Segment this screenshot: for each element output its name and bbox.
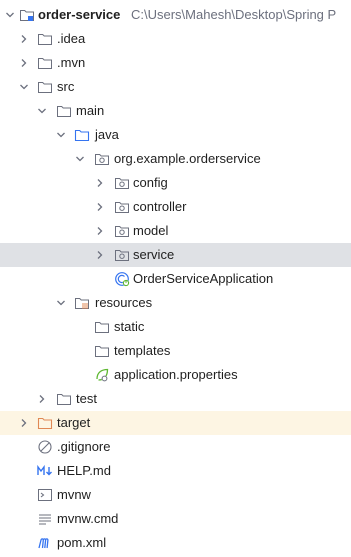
spring-boot-class-icon	[114, 271, 130, 287]
tree-label-model: model	[133, 223, 169, 238]
tree-row-templates[interactable]: templates	[0, 339, 351, 363]
tree-label-config: config	[133, 175, 168, 190]
tree-label-app-class: OrderServiceApplication	[133, 271, 274, 286]
folder-icon	[37, 55, 53, 71]
tree-row-java[interactable]: java	[0, 123, 351, 147]
tree-row-mvnw[interactable]: mvnw	[0, 483, 351, 507]
package-icon	[94, 151, 110, 167]
tree-label-target: target	[57, 415, 91, 430]
tree-row-app-class[interactable]: OrderServiceApplication	[0, 267, 351, 291]
project-name: order-service	[38, 7, 121, 22]
folder-icon	[56, 103, 72, 119]
chevron-down-icon[interactable]	[5, 10, 15, 20]
tree-label-java: java	[95, 127, 119, 142]
tree-label-src: src	[57, 79, 75, 94]
resources-folder-icon	[74, 295, 90, 311]
source-folder-icon	[74, 127, 90, 143]
folder-icon	[56, 391, 72, 407]
tree-label-templates: templates	[114, 343, 171, 358]
tree-label-package: org.example.orderservice	[114, 151, 261, 166]
tree-row-mvnw-cmd[interactable]: mvnw.cmd	[0, 507, 351, 531]
tree-row-gitignore[interactable]: .gitignore	[0, 435, 351, 459]
chevron-right-icon[interactable]	[95, 226, 105, 236]
folder-icon	[37, 31, 53, 47]
ignore-file-icon	[37, 439, 53, 455]
chevron-right-icon[interactable]	[95, 250, 105, 260]
folder-icon	[94, 319, 110, 335]
chevron-right-icon[interactable]	[19, 58, 29, 68]
properties-file-icon	[94, 367, 110, 383]
tree-label-controller: controller	[133, 199, 187, 214]
tree-label-mvn: .mvn	[57, 55, 86, 70]
tree-row-resources[interactable]: resources	[0, 291, 351, 315]
tree-row-idea[interactable]: .idea	[0, 27, 351, 51]
project-tree: order-service C:\Users\Mahesh\Desktop\Sp…	[0, 3, 351, 555]
package-icon	[114, 223, 130, 239]
tree-row-static[interactable]: static	[0, 315, 351, 339]
tree-label-app-properties: application.properties	[114, 367, 238, 382]
chevron-right-icon[interactable]	[19, 34, 29, 44]
chevron-down-icon[interactable]	[56, 298, 66, 308]
markdown-file-icon	[37, 463, 53, 479]
tree-label-pom: pom.xml	[57, 535, 107, 550]
tree-row-src[interactable]: src	[0, 75, 351, 99]
chevron-down-icon[interactable]	[37, 106, 47, 116]
chevron-right-icon[interactable]	[37, 394, 47, 404]
tree-row-config[interactable]: config	[0, 171, 351, 195]
package-icon	[114, 199, 130, 215]
tree-label-resources: resources	[95, 295, 153, 310]
tree-row-test[interactable]: test	[0, 387, 351, 411]
tree-row-mvn[interactable]: .mvn	[0, 51, 351, 75]
chevron-right-icon[interactable]	[95, 202, 105, 212]
tree-row-target[interactable]: target	[0, 411, 351, 435]
excluded-folder-icon	[37, 415, 53, 431]
project-path: C:\Users\Mahesh\Desktop\Spring P	[131, 7, 337, 22]
package-icon	[114, 247, 130, 263]
chevron-down-icon[interactable]	[56, 130, 66, 140]
tree-row-model[interactable]: model	[0, 219, 351, 243]
chevron-right-icon[interactable]	[19, 418, 29, 428]
tree-row-project-root[interactable]: order-service C:\Users\Mahesh\Desktop\Sp…	[0, 3, 351, 27]
tree-label-idea: .idea	[57, 31, 86, 46]
tree-label-mvnw: mvnw	[57, 487, 91, 502]
package-icon	[114, 175, 130, 191]
tree-row-service[interactable]: service	[0, 243, 351, 267]
chevron-down-icon[interactable]	[75, 154, 85, 164]
tree-row-app-properties[interactable]: application.properties	[0, 363, 351, 387]
tree-row-main[interactable]: main	[0, 99, 351, 123]
tree-row-package[interactable]: org.example.orderservice	[0, 147, 351, 171]
tree-row-controller[interactable]: controller	[0, 195, 351, 219]
tree-row-pom[interactable]: pom.xml	[0, 531, 351, 555]
shell-script-icon	[37, 487, 53, 503]
maven-file-icon	[37, 535, 53, 551]
tree-label-main: main	[76, 103, 105, 118]
folder-icon	[37, 79, 53, 95]
tree-label-service: service	[133, 247, 175, 262]
tree-label-mvnw-cmd: mvnw.cmd	[57, 511, 119, 526]
tree-label-help: HELP.md	[57, 463, 111, 478]
tree-label-static: static	[114, 319, 145, 334]
tree-label-test: test	[76, 391, 97, 406]
chevron-down-icon[interactable]	[19, 82, 29, 92]
chevron-right-icon[interactable]	[95, 178, 105, 188]
tree-row-help[interactable]: HELP.md	[0, 459, 351, 483]
module-folder-icon	[19, 7, 35, 23]
folder-icon	[94, 343, 110, 359]
text-file-icon	[37, 511, 53, 527]
tree-label-gitignore: .gitignore	[57, 439, 111, 454]
